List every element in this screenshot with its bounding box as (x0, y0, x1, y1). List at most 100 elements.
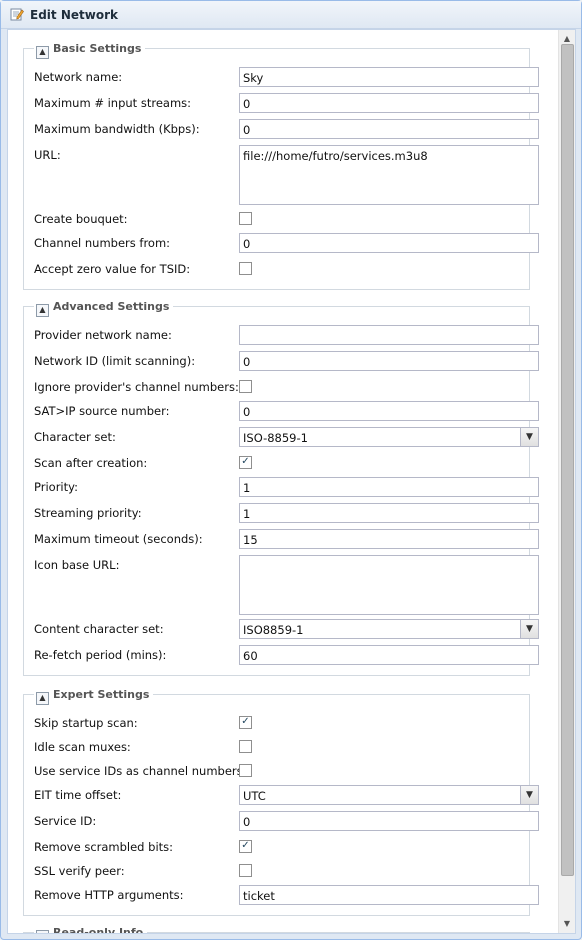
http-args-row: Remove HTTP arguments: ticket (24, 885, 539, 907)
icon-url-textarea[interactable] (239, 555, 539, 615)
content-charset-select[interactable]: ISO8859-1 ▼ (239, 619, 539, 639)
window-titlebar[interactable]: Edit Network (1, 1, 581, 29)
skip-scan-row: Skip startup scan: ✓ (24, 713, 529, 735)
max-streams-label: Maximum # input streams: (34, 96, 192, 110)
vertical-scrollbar[interactable]: ▲ ▼ (558, 30, 575, 933)
http-args-input[interactable]: ticket (239, 885, 539, 905)
provider-input[interactable] (239, 325, 539, 345)
satip-row: SAT>IP source number: 0 (24, 401, 539, 423)
scan-after-checkbox[interactable]: ✓ (239, 456, 252, 469)
refetch-row: Re-fetch period (mins): 60 (24, 645, 539, 667)
content-charset-label: Content character set: (34, 622, 164, 636)
ignore-channel-row: Ignore provider's channel numbers: (24, 377, 529, 399)
expert-settings-legend[interactable]: ▲ Expert Settings (34, 687, 154, 705)
idle-scan-checkbox[interactable] (239, 740, 252, 753)
basic-settings-legend[interactable]: ▲ Basic Settings (34, 41, 146, 59)
max-bandwidth-label: Maximum bandwidth (Kbps): (34, 122, 200, 136)
basic-settings-fieldset: ▲ Basic Settings Network name: Sky Maximu… (23, 41, 539, 290)
service-id-label: Service ID: (34, 814, 97, 828)
refetch-input[interactable]: 60 (239, 645, 539, 665)
service-id-row: Service ID: 0 (24, 811, 539, 833)
icon-url-row: Icon base URL: (24, 555, 539, 615)
satip-input[interactable]: 0 (239, 401, 539, 421)
zero-tsid-row: Accept zero value for TSID: (24, 259, 529, 281)
max-streams-input[interactable]: 0 (239, 93, 539, 113)
charset-label: Character set: (34, 430, 116, 444)
zero-tsid-checkbox[interactable] (239, 262, 252, 275)
network-name-row: Network name: Sky (24, 67, 539, 89)
sid-channel-row: Use service IDs as channel numbers: (24, 761, 529, 783)
collapse-icon[interactable]: ▲ (36, 46, 49, 59)
ssl-verify-checkbox[interactable] (239, 864, 252, 877)
channel-from-row: Channel numbers from: 0 (24, 233, 539, 255)
edit-icon (10, 8, 24, 21)
network-id-input[interactable]: 0 (239, 351, 539, 371)
collapse-icon[interactable]: ▲ (36, 692, 49, 705)
chevron-down-icon[interactable]: ▼ (520, 428, 538, 446)
create-bouquet-row: Create bouquet: (24, 209, 529, 231)
network-name-input[interactable]: Sky (239, 67, 539, 87)
scan-after-row: Scan after creation: ✓ (24, 453, 529, 475)
readonly-info-legend[interactable]: ▲ Read-only Info (34, 925, 148, 934)
edit-network-window: Edit Network ▲ Basic Settings Network nam… (0, 0, 582, 940)
network-id-label: Network ID (limit scanning): (34, 354, 196, 368)
scrambled-label: Remove scrambled bits: (34, 840, 174, 854)
zero-tsid-label: Accept zero value for TSID: (34, 262, 191, 276)
content-charset-row: Content character set: ISO8859-1 ▼ (24, 619, 539, 641)
max-bandwidth-input[interactable]: 0 (239, 119, 539, 139)
url-label: URL: (34, 148, 61, 162)
chevron-down-icon[interactable]: ▼ (520, 620, 538, 638)
priority-input[interactable]: 1 (239, 477, 539, 497)
ssl-verify-label: SSL verify peer: (34, 864, 125, 878)
max-bandwidth-row: Maximum bandwidth (Kbps): 0 (24, 119, 539, 141)
provider-row: Provider network name: (24, 325, 539, 347)
eit-offset-value: UTC (243, 789, 266, 803)
max-streams-row: Maximum # input streams: 0 (24, 93, 539, 115)
http-args-label: Remove HTTP arguments: (34, 888, 184, 902)
advanced-settings-legend[interactable]: ▲ Advanced Settings (34, 299, 174, 317)
eit-offset-row: EIT time offset: UTC ▼ (24, 785, 539, 807)
icon-url-label: Icon base URL: (34, 558, 120, 572)
ignore-channel-checkbox[interactable] (239, 380, 252, 393)
priority-label: Priority: (34, 480, 78, 494)
legend-label: Read-only Info (53, 926, 144, 934)
eit-offset-select[interactable]: UTC ▼ (239, 785, 539, 805)
skip-scan-checkbox[interactable]: ✓ (239, 716, 252, 729)
scrambled-checkbox[interactable]: ✓ (239, 840, 252, 853)
create-bouquet-label: Create bouquet: (34, 212, 128, 226)
advanced-settings-fieldset: ▲ Advanced Settings Provider network name… (23, 299, 539, 676)
timeout-label: Maximum timeout (seconds): (34, 532, 203, 546)
charset-select[interactable]: ISO-8859-1 ▼ (239, 427, 539, 447)
network-name-label: Network name: (34, 70, 123, 84)
legend-label: Basic Settings (53, 42, 142, 55)
eit-offset-label: EIT time offset: (34, 788, 122, 802)
content-charset-value: ISO8859-1 (243, 623, 304, 637)
create-bouquet-checkbox[interactable] (239, 212, 252, 225)
skip-scan-label: Skip startup scan: (34, 716, 138, 730)
timeout-input[interactable]: 15 (239, 529, 539, 549)
chevron-down-icon[interactable]: ▼ (520, 786, 538, 804)
sid-channel-label: Use service IDs as channel numbers: (34, 764, 247, 778)
charset-value: ISO-8859-1 (243, 431, 308, 445)
ignore-channel-label: Ignore provider's channel numbers: (34, 380, 239, 394)
scrollbar-thumb[interactable] (561, 44, 574, 876)
url-textarea[interactable]: file:///home/futro/services.m3u8 (239, 145, 539, 205)
collapse-icon[interactable]: ▲ (36, 930, 49, 933)
stream-priority-row: Streaming priority: 1 (24, 503, 539, 525)
network-id-row: Network ID (limit scanning): 0 (24, 351, 539, 373)
refetch-label: Re-fetch period (mins): (34, 648, 167, 662)
channel-from-input[interactable]: 0 (239, 233, 539, 253)
scroll-down-icon[interactable]: ▼ (559, 917, 575, 931)
idle-scan-label: Idle scan muxes: (34, 740, 131, 754)
stream-priority-input[interactable]: 1 (239, 503, 539, 523)
scan-after-label: Scan after creation: (34, 456, 148, 470)
service-id-input[interactable]: 0 (239, 811, 539, 831)
provider-label: Provider network name: (34, 328, 172, 342)
url-row: URL: file:///home/futro/services.m3u8 (24, 145, 539, 205)
stream-priority-label: Streaming priority: (34, 506, 142, 520)
legend-label: Advanced Settings (53, 300, 170, 313)
satip-label: SAT>IP source number: (34, 404, 170, 418)
priority-row: Priority: 1 (24, 477, 539, 499)
sid-channel-checkbox[interactable] (239, 764, 252, 777)
collapse-icon[interactable]: ▲ (36, 304, 49, 317)
